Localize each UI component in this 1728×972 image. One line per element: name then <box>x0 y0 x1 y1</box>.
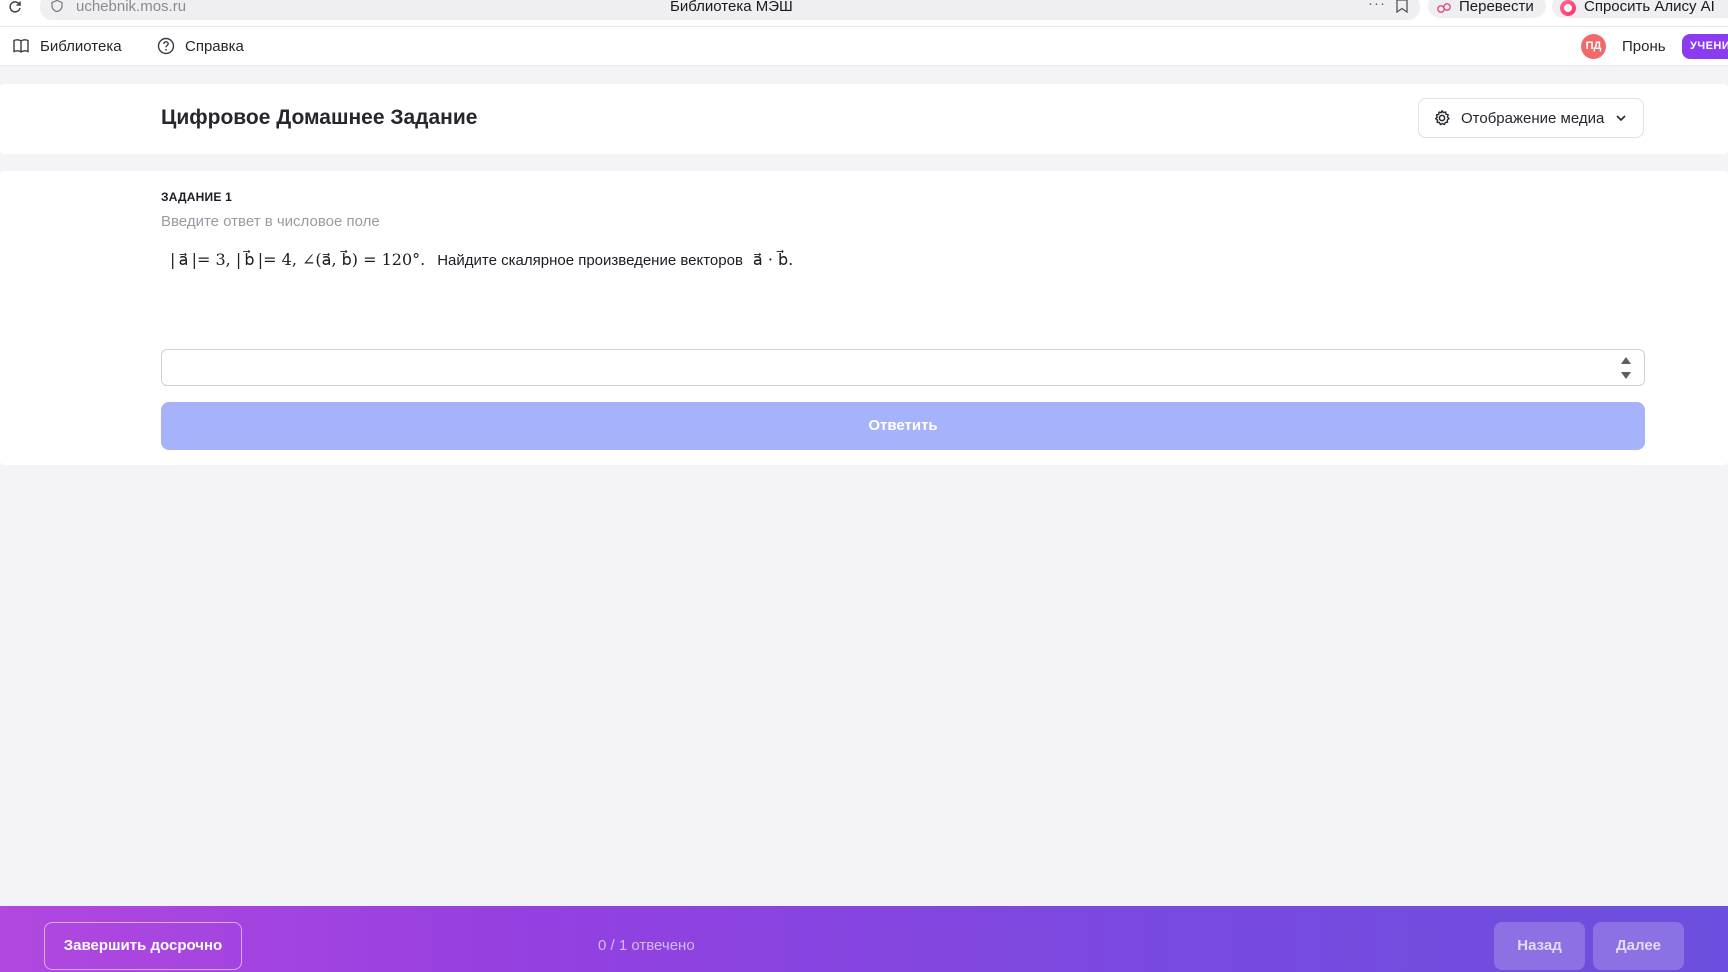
ask-alice-label: Спросить Алису AI <box>1584 0 1715 15</box>
task-question-text: Найдите скалярное произведение векторов <box>437 252 743 269</box>
chevron-down-icon <box>1616 115 1626 122</box>
page-title: Цифровое Домашнее Задание <box>161 106 478 129</box>
tab-title: Библиотека МЭШ <box>670 0 793 15</box>
progress-counter: 0 / 1 отвечено <box>598 937 695 954</box>
assignment-header: Цифровое Домашнее Задание Отображение ме… <box>0 84 1728 154</box>
address-bar[interactable]: uchebnik.mos.ru Библиотека МЭШ ··· <box>40 0 1420 20</box>
book-icon <box>13 39 29 53</box>
alice-icon <box>1560 0 1576 16</box>
answer-number-field[interactable] <box>161 349 1645 386</box>
translate-icon <box>1437 3 1451 13</box>
stepper-up-icon[interactable] <box>1621 357 1631 364</box>
answer-input[interactable] <box>162 350 1644 385</box>
task-number: ЗАДАНИЕ 1 <box>161 190 232 204</box>
task-card: ЗАДАНИЕ 1 Введите ответ в числовое поле … <box>0 171 1728 465</box>
gear-icon <box>1435 110 1450 126</box>
question-circle-icon <box>157 37 175 55</box>
nav-library-label: Библиотека <box>40 37 122 55</box>
browser-toolbar: uchebnik.mos.ru Библиотека МЭШ ··· Перев… <box>0 0 1728 26</box>
translate-button[interactable]: Перевести <box>1428 0 1546 18</box>
finish-early-button[interactable]: Завершить досрочно <box>44 922 242 970</box>
avatar[interactable]: ПД <box>1581 34 1606 59</box>
math-dot-product: a⃗ · b⃗. <box>752 250 794 269</box>
nav-help[interactable]: Справка <box>157 37 244 55</box>
submit-answer-button[interactable]: Ответить <box>161 402 1645 450</box>
shield-icon <box>51 0 63 12</box>
user-name[interactable]: Пронь <box>1622 38 1666 55</box>
reload-icon[interactable] <box>8 0 26 14</box>
nav-help-label: Справка <box>185 37 244 55</box>
stepper-arrows-icon[interactable] <box>1620 357 1632 379</box>
footer-bar: Завершить досрочно 0 / 1 отвечено Назад … <box>0 906 1728 972</box>
bookmark-icon[interactable] <box>1396 0 1408 13</box>
media-display-dropdown[interactable]: Отображение медиа <box>1418 98 1644 138</box>
translate-label: Перевести <box>1459 0 1534 15</box>
app-navbar: Библиотека Справка ПД Пронь УЧЕНИ <box>0 26 1728 66</box>
role-badge[interactable]: УЧЕНИ <box>1682 34 1728 59</box>
url-text[interactable]: uchebnik.mos.ru <box>76 0 186 15</box>
stepper-down-icon[interactable] <box>1621 372 1631 379</box>
nav-library[interactable]: Библиотека <box>12 37 122 55</box>
next-button[interactable]: Далее <box>1593 922 1684 970</box>
media-display-label: Отображение медиа <box>1461 109 1605 127</box>
math-formula: | a⃗ |= 3, | b⃗ |= 4, ∠(a⃗, b⃗) = 120°. <box>170 250 426 269</box>
ask-alice-button[interactable]: Спросить Алису AI <box>1552 0 1728 18</box>
task-statement: | a⃗ |= 3, | b⃗ |= 4, ∠(a⃗, b⃗) = 120°. … <box>170 250 793 269</box>
more-menu-icon[interactable]: ··· <box>1368 0 1386 12</box>
back-button[interactable]: Назад <box>1494 922 1585 970</box>
task-hint: Введите ответ в числовое поле <box>161 213 380 230</box>
